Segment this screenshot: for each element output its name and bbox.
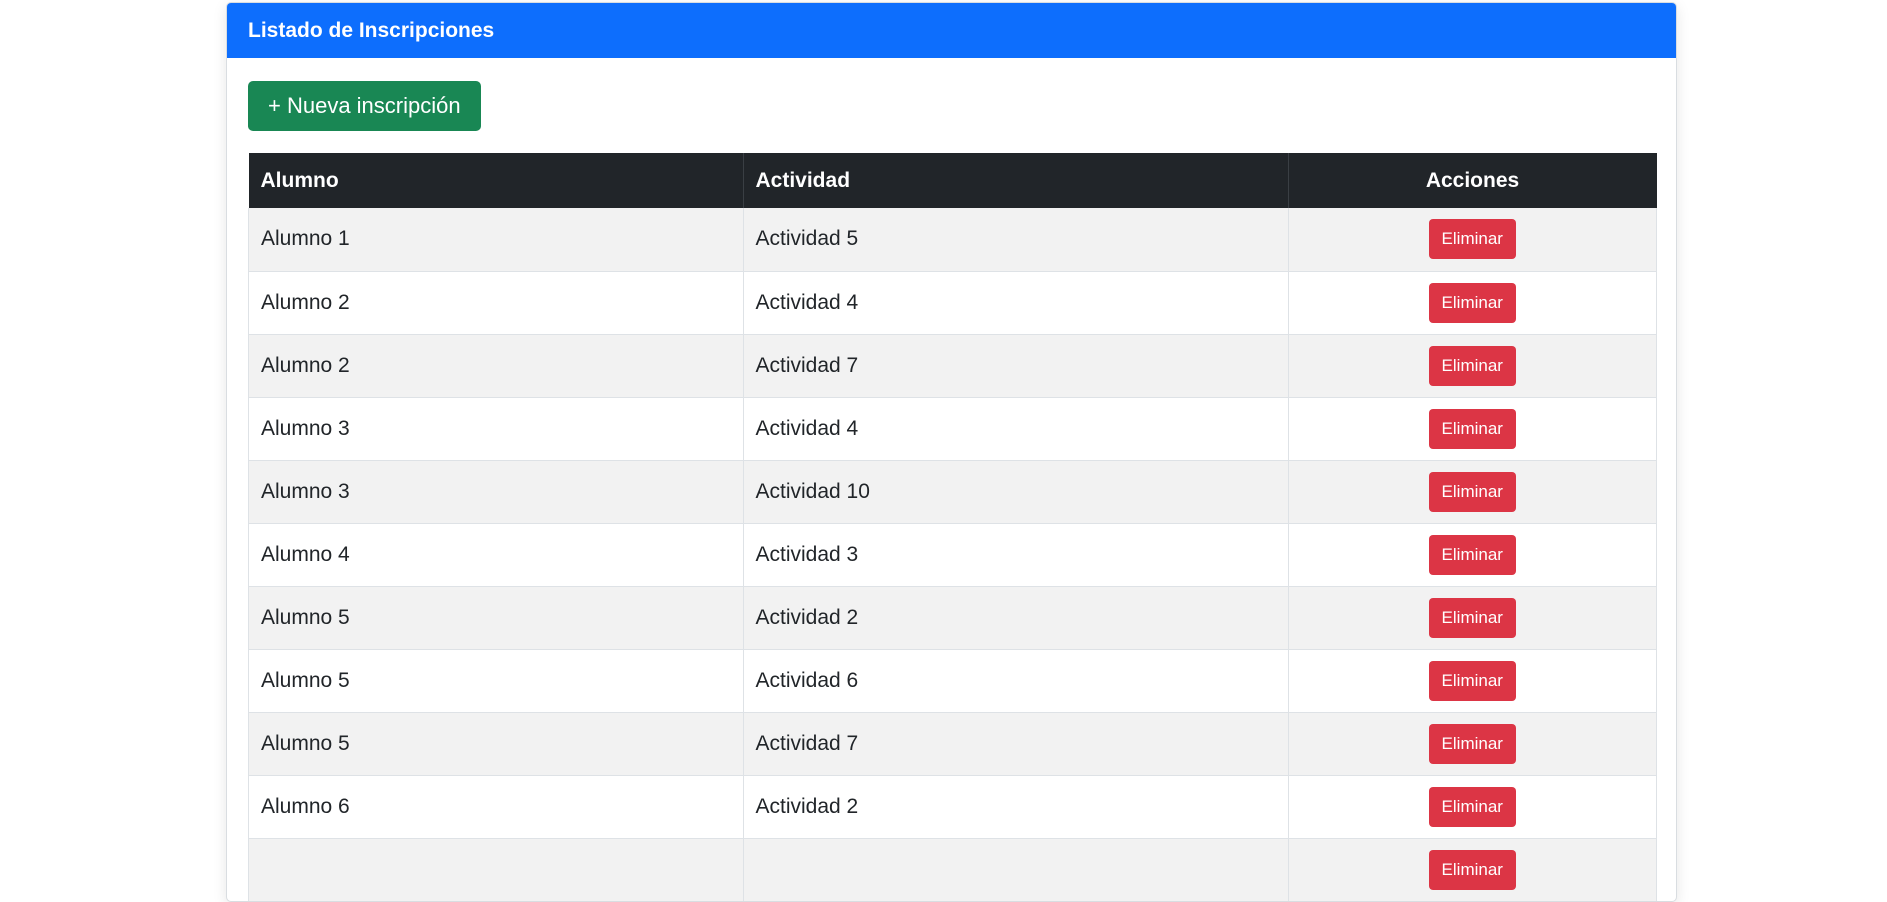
cell-actividad: Actividad 2	[743, 775, 1289, 839]
cell-actividad	[743, 838, 1289, 901]
column-header-acciones: Acciones	[1288, 153, 1657, 208]
cell-acciones: Eliminar	[1288, 775, 1657, 839]
cell-alumno: Alumno 2	[248, 271, 744, 335]
cell-alumno: Alumno 2	[248, 334, 744, 398]
new-inscription-button[interactable]: + Nueva inscripción	[248, 81, 481, 131]
delete-button[interactable]: Eliminar	[1428, 786, 1516, 827]
cell-actividad: Actividad 4	[743, 397, 1289, 461]
column-header-actividad: Actividad	[743, 153, 1289, 208]
cell-acciones: Eliminar	[1288, 208, 1657, 272]
delete-button[interactable]: Eliminar	[1428, 597, 1516, 638]
cell-actividad: Actividad 10	[743, 460, 1289, 524]
cell-actividad: Actividad 6	[743, 649, 1289, 713]
cell-alumno: Alumno 3	[248, 397, 744, 461]
table-row: Alumno 5 Actividad 6 Eliminar	[248, 649, 1657, 713]
inscripciones-card: Listado de Inscripciones + Nueva inscrip…	[226, 2, 1677, 902]
cell-actividad: Actividad 7	[743, 712, 1289, 776]
cell-alumno: Alumno 3	[248, 460, 744, 524]
cell-alumno: Alumno 5	[248, 586, 744, 650]
table-row: Alumno 6 Actividad 2 Eliminar	[248, 775, 1657, 839]
cell-actividad: Actividad 3	[743, 523, 1289, 587]
delete-button[interactable]: Eliminar	[1428, 471, 1516, 512]
table-row: Alumno 5 Actividad 2 Eliminar	[248, 586, 1657, 650]
cell-acciones: Eliminar	[1288, 334, 1657, 398]
cell-acciones: Eliminar	[1288, 586, 1657, 650]
table-row: Alumno 3 Actividad 10 Eliminar	[248, 460, 1657, 524]
cell-acciones: Eliminar	[1288, 271, 1657, 335]
table-row: Alumno 2 Actividad 7 Eliminar	[248, 334, 1657, 398]
cell-alumno: Alumno 4	[248, 523, 744, 587]
cell-alumno: Alumno 5	[248, 712, 744, 776]
inscriptions-table: Alumno Actividad Acciones Alumno 1 Activ…	[248, 153, 1657, 901]
cell-alumno: Alumno 1	[248, 208, 744, 272]
delete-button[interactable]: Eliminar	[1428, 723, 1516, 764]
delete-button[interactable]: Eliminar	[1428, 282, 1516, 323]
delete-button[interactable]: Eliminar	[1428, 534, 1516, 575]
cell-acciones: Eliminar	[1288, 397, 1657, 461]
cell-actividad: Actividad 5	[743, 208, 1289, 272]
delete-button[interactable]: Eliminar	[1428, 219, 1516, 260]
card-body: + Nueva inscripción Alumno Actividad Acc…	[227, 58, 1676, 901]
cell-acciones: Eliminar	[1288, 712, 1657, 776]
cell-alumno	[248, 838, 744, 901]
table-row: Alumno 5 Actividad 7 Eliminar	[248, 712, 1657, 776]
cell-actividad: Actividad 4	[743, 271, 1289, 335]
cell-acciones: Eliminar	[1288, 523, 1657, 587]
cell-acciones: Eliminar	[1288, 460, 1657, 524]
table-row: Alumno 2 Actividad 4 Eliminar	[248, 271, 1657, 335]
cell-actividad: Actividad 2	[743, 586, 1289, 650]
delete-button[interactable]: Eliminar	[1428, 408, 1516, 449]
table-header-row: Alumno Actividad Acciones	[248, 153, 1657, 208]
delete-button[interactable]: Eliminar	[1428, 660, 1516, 701]
table-row: Alumno 3 Actividad 4 Eliminar	[248, 397, 1657, 461]
cell-acciones: Eliminar	[1288, 838, 1657, 901]
cell-acciones: Eliminar	[1288, 649, 1657, 713]
cell-alumno: Alumno 6	[248, 775, 744, 839]
table-row: Alumno 1 Actividad 5 Eliminar	[248, 208, 1657, 272]
table-row: Alumno 4 Actividad 3 Eliminar	[248, 523, 1657, 587]
column-header-alumno: Alumno	[248, 153, 744, 208]
card-title: Listado de Inscripciones	[227, 3, 1676, 58]
table-row: Eliminar	[248, 838, 1657, 901]
cell-actividad: Actividad 7	[743, 334, 1289, 398]
delete-button[interactable]: Eliminar	[1428, 345, 1516, 386]
cell-alumno: Alumno 5	[248, 649, 744, 713]
